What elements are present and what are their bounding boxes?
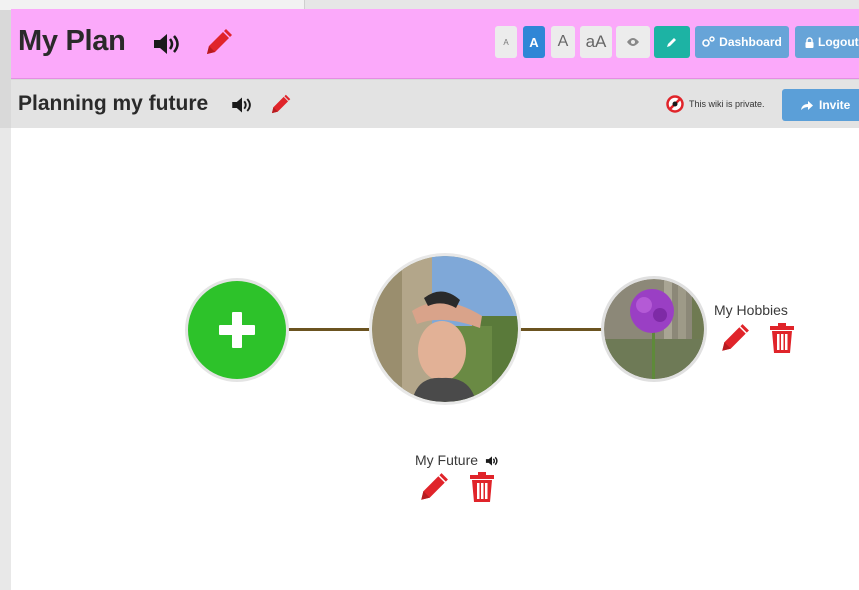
invite-label: Invite bbox=[819, 98, 851, 112]
gears-icon bbox=[702, 36, 715, 47]
connector-line bbox=[283, 328, 379, 331]
person-photo bbox=[372, 256, 518, 402]
pencil-icon[interactable] bbox=[201, 26, 235, 60]
font-size-xlarge-button[interactable]: aA bbox=[580, 26, 612, 58]
speaker-icon[interactable] bbox=[485, 454, 499, 466]
lock-icon bbox=[805, 36, 814, 48]
edit-mode-button[interactable] bbox=[654, 26, 690, 58]
wiki-title: Planning my future bbox=[18, 92, 209, 115]
background-window-edge bbox=[0, 128, 11, 590]
privacy-status-text: This wiki is private. bbox=[689, 99, 765, 109]
add-node-button[interactable] bbox=[185, 278, 289, 382]
hobbies-node-label[interactable]: My Hobbies bbox=[714, 302, 788, 318]
dashboard-button[interactable]: Dashboard bbox=[695, 26, 789, 58]
hobbies-node-photo[interactable] bbox=[601, 276, 707, 382]
font-size-large-button[interactable]: A bbox=[551, 26, 575, 58]
dashboard-label: Dashboard bbox=[719, 35, 782, 49]
font-size-medium-button[interactable]: A bbox=[523, 26, 545, 58]
plus-icon bbox=[219, 312, 255, 348]
font-size-small-button[interactable]: A bbox=[495, 26, 517, 58]
no-access-icon bbox=[665, 94, 685, 114]
trash-icon bbox=[470, 472, 494, 502]
invite-button[interactable]: Invite bbox=[782, 89, 859, 121]
logout-label: Logout bbox=[818, 35, 859, 49]
edit-future-button[interactable] bbox=[416, 471, 450, 505]
speaker-icon[interactable] bbox=[229, 95, 255, 115]
mind-map-canvas: My Hobbies My Future bbox=[11, 128, 859, 590]
view-mode-button[interactable] bbox=[616, 26, 650, 58]
eye-icon bbox=[627, 38, 639, 46]
top-header-bar: My Plan A A A aA Dashboard Logout bbox=[11, 9, 859, 79]
center-node-label[interactable]: My Future bbox=[415, 452, 478, 468]
pencil-icon bbox=[421, 473, 448, 500]
wiki-header-bar: Planning my future This wiki is private.… bbox=[11, 80, 859, 128]
delete-hobbies-button[interactable] bbox=[765, 321, 799, 355]
pencil-icon[interactable] bbox=[267, 92, 293, 118]
speaker-icon[interactable] bbox=[151, 31, 183, 57]
pencil-icon bbox=[667, 38, 676, 47]
trash-icon bbox=[770, 323, 794, 353]
connector-line bbox=[517, 328, 613, 331]
delete-future-button[interactable] bbox=[465, 470, 499, 504]
pencil-icon bbox=[722, 324, 749, 351]
logout-button[interactable]: Logout bbox=[795, 26, 859, 58]
flower-photo bbox=[604, 279, 704, 379]
center-node-photo[interactable] bbox=[369, 253, 521, 405]
share-icon bbox=[801, 100, 813, 110]
edit-hobbies-button[interactable] bbox=[717, 322, 751, 356]
app-title: My Plan bbox=[18, 25, 126, 57]
